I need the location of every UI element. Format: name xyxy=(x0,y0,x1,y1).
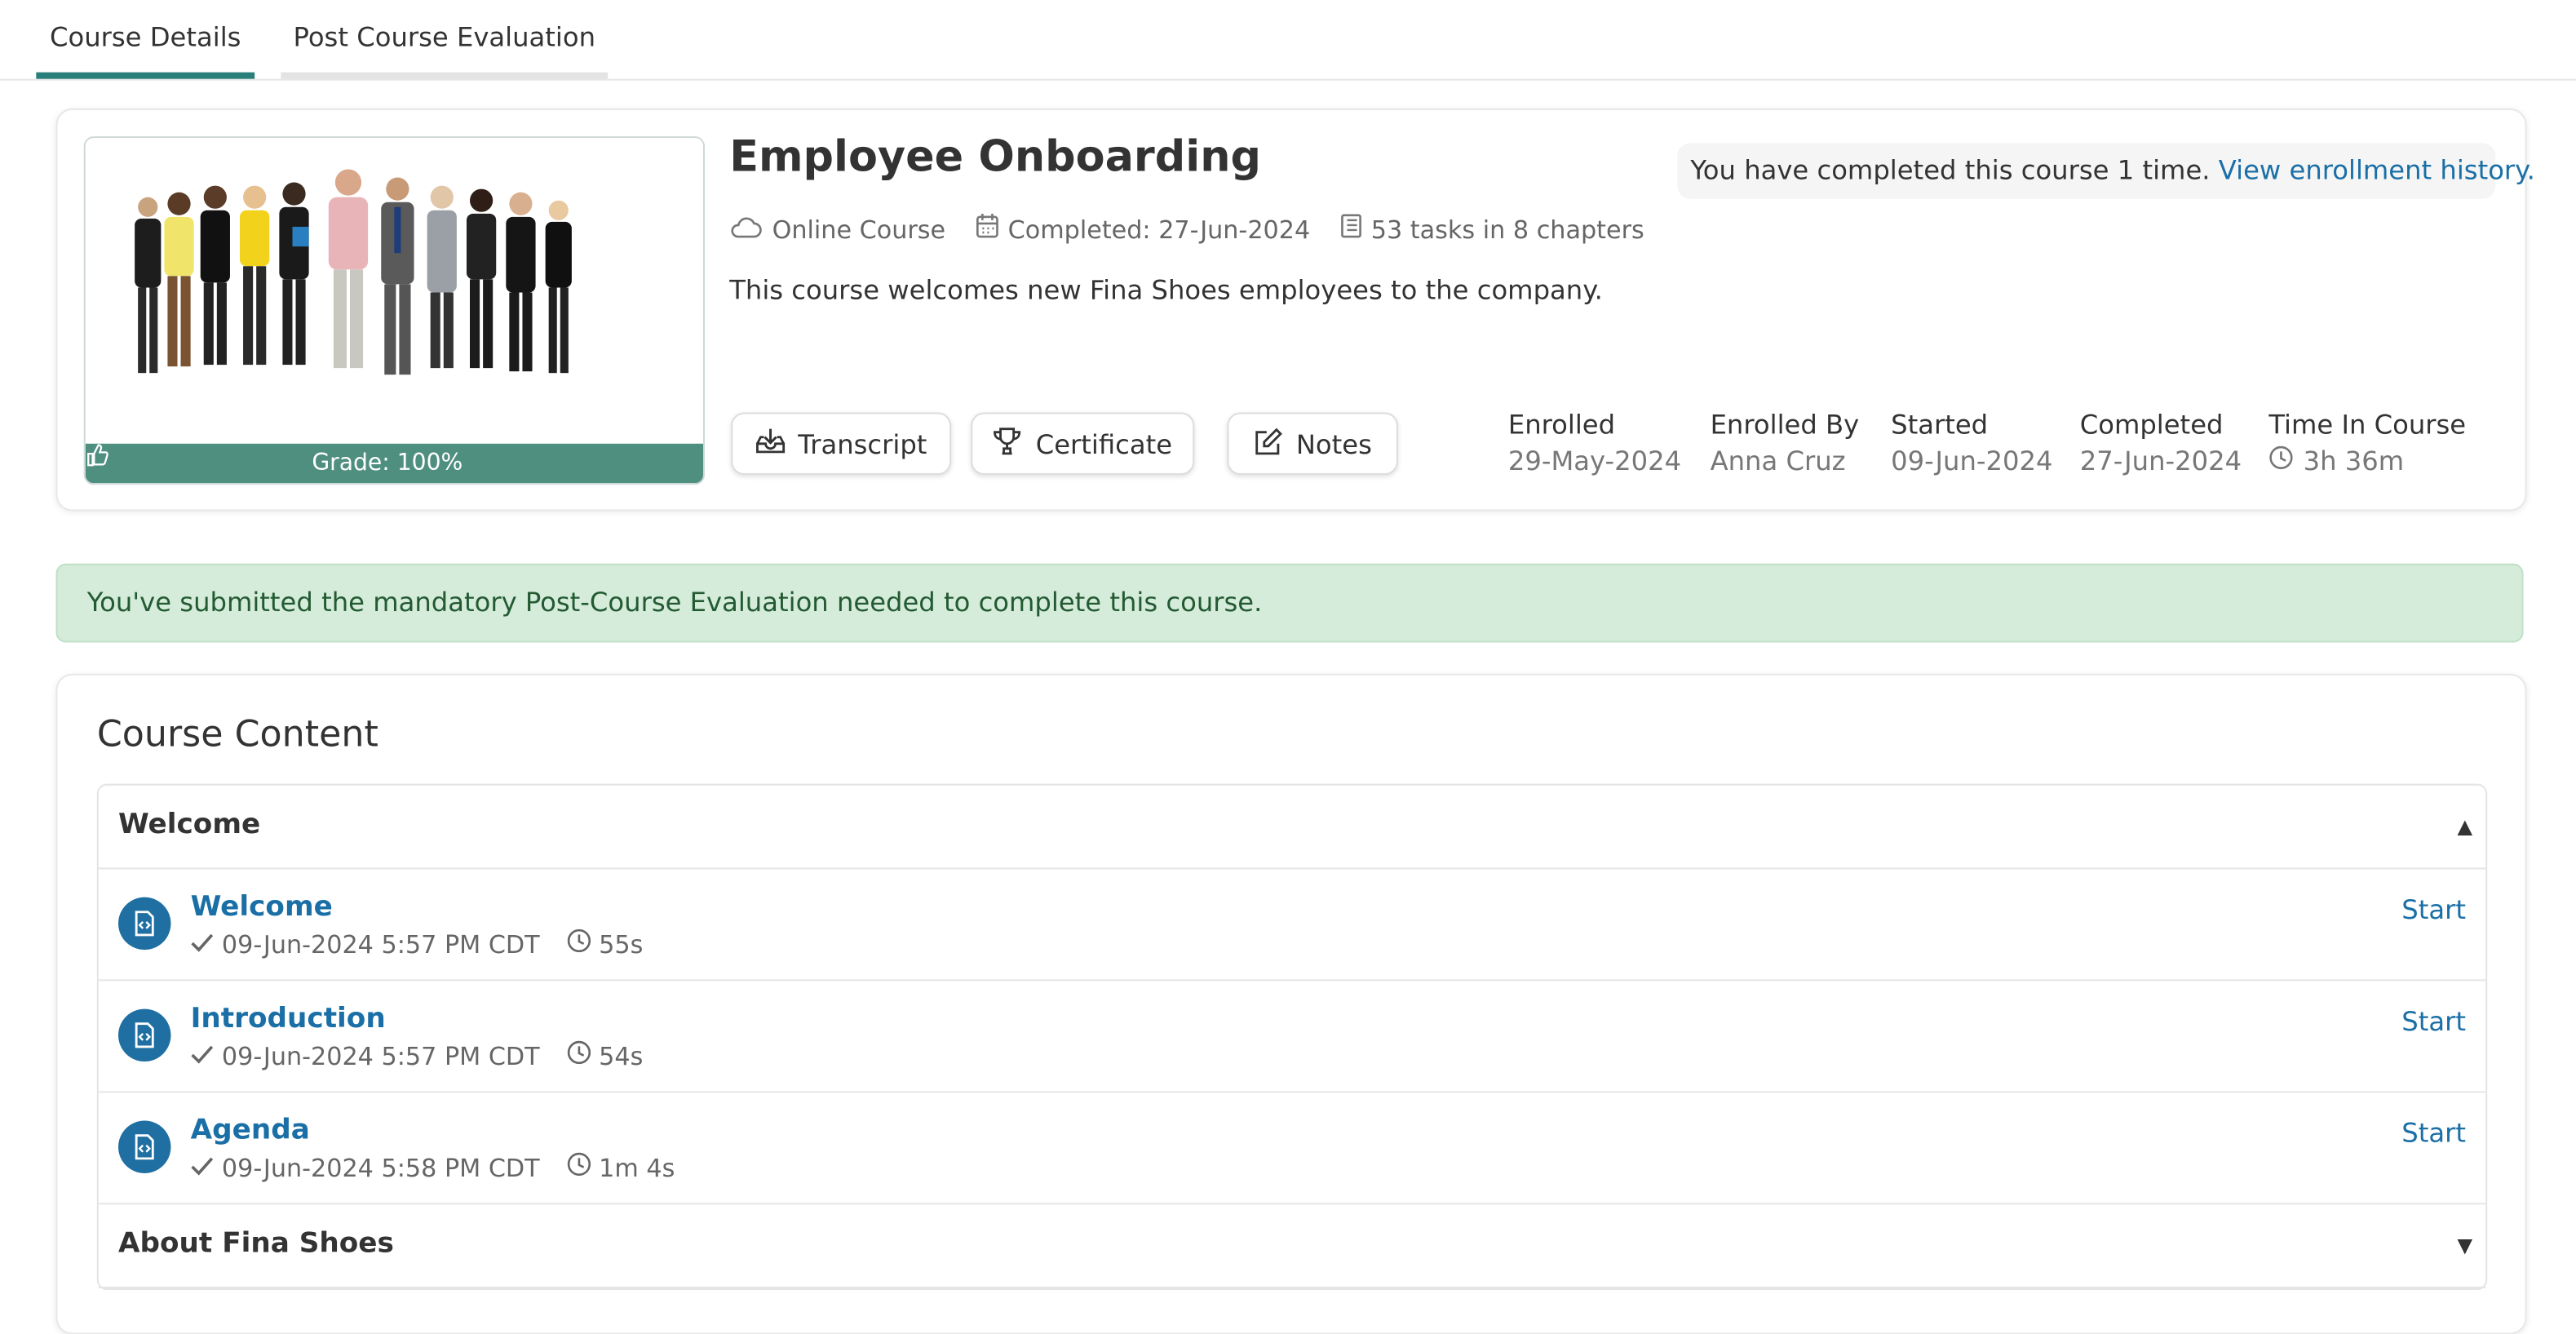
stat-time-in-course: Time In Course 3h 36m xyxy=(2268,409,2466,476)
tab-post-course-evaluation[interactable]: Post Course Evaluation xyxy=(281,0,609,79)
stat-enrolled-by-label: Enrolled By xyxy=(1710,409,1860,441)
task-title[interactable]: Welcome xyxy=(191,891,333,924)
check-icon xyxy=(191,1153,214,1182)
chapter-list: Welcome ▲ Welcome 09-Jun-2024 5:57 PM CD… xyxy=(96,783,2488,1290)
course-description: This course welcomes new Fina Shoes empl… xyxy=(729,274,1603,306)
notes-label: Notes xyxy=(1295,428,1372,459)
stat-time-label: Time In Course xyxy=(2268,409,2467,441)
task-info: 09-Jun-2024 5:58 PM CDT 1m 4s xyxy=(191,1152,675,1183)
tab-bar: Course Details Post Course Evaluation xyxy=(0,0,2576,81)
caret-down-icon: ▼ xyxy=(2457,1234,2473,1257)
course-content-card: Course Content Welcome ▲ Welcome 09-Jun-… xyxy=(55,673,2527,1334)
task-start-link[interactable]: Start xyxy=(2401,1118,2466,1149)
task-info: 09-Jun-2024 5:57 PM CDT 55s xyxy=(191,928,644,960)
download-tray-icon xyxy=(755,428,785,460)
course-type: Online Course xyxy=(772,214,946,245)
grade-bar: Grade: 100% xyxy=(85,443,703,484)
trophy-icon xyxy=(993,427,1022,461)
document-icon xyxy=(118,1120,171,1173)
clock-icon xyxy=(566,1040,591,1071)
task-row: Agenda 09-Jun-2024 5:58 PM CDT 1m 4s Sta… xyxy=(98,1092,2486,1205)
task-duration: 1m 4s xyxy=(599,1152,675,1183)
calendar-icon xyxy=(975,213,998,245)
stat-completed: Completed 27-Jun-2024 xyxy=(2080,409,2242,476)
transcript-button[interactable]: Transcript xyxy=(731,412,952,476)
chapter-name: About Fina Shoes xyxy=(118,1227,394,1261)
task-duration: 55s xyxy=(599,928,644,960)
check-icon xyxy=(191,929,214,959)
clock-icon xyxy=(566,1152,591,1183)
stat-enrolled-by: Enrolled By Anna Cruz xyxy=(1711,409,1860,476)
task-row: Introduction 09-Jun-2024 5:57 PM CDT 54s… xyxy=(98,981,2486,1093)
stat-enrolled-by-value: Anna Cruz xyxy=(1710,445,1846,477)
course-meta: Online Course Completed: 27-Jun-2024 53 … xyxy=(729,213,1644,245)
chapter-name: Welcome xyxy=(118,808,261,842)
stat-enrolled-label: Enrolled xyxy=(1507,409,1616,441)
task-title[interactable]: Introduction xyxy=(191,1003,386,1035)
task-title[interactable]: Agenda xyxy=(191,1114,310,1146)
stat-completed-value: 27-Jun-2024 xyxy=(2079,445,2242,477)
page: Course Details Post Course Evaluation Gr… xyxy=(0,0,2576,1334)
task-date: 09-Jun-2024 5:57 PM CDT xyxy=(221,928,540,960)
group-of-people-image xyxy=(85,138,703,444)
task-date: 09-Jun-2024 5:57 PM CDT xyxy=(221,1040,540,1071)
chapter-header-welcome[interactable]: Welcome ▲ xyxy=(98,786,2486,870)
task-duration: 54s xyxy=(599,1040,644,1071)
tasks-summary: 53 tasks in 8 chapters xyxy=(1370,214,1644,245)
stat-enrolled: Enrolled 29-May-2024 xyxy=(1508,409,1681,476)
certificate-label: Certificate xyxy=(1035,428,1173,459)
caret-up-icon: ▲ xyxy=(2457,814,2473,839)
clock-icon xyxy=(566,928,591,960)
stat-started-label: Started xyxy=(1891,409,1989,441)
stat-started: Started 09-Jun-2024 xyxy=(1891,409,2052,476)
document-icon xyxy=(118,1008,171,1062)
task-start-link[interactable]: Start xyxy=(2401,894,2466,925)
evaluation-submitted-alert: You've submitted the mandatory Post-Cour… xyxy=(55,563,2524,643)
course-content-title: Course Content xyxy=(96,715,378,756)
stat-completed-label: Completed xyxy=(2079,409,2224,441)
document-icon xyxy=(118,897,171,951)
notes-button[interactable]: Notes xyxy=(1227,412,1398,476)
cloud-icon xyxy=(729,215,762,244)
certificate-button[interactable]: Certificate xyxy=(971,412,1195,476)
stat-enrolled-value: 29-May-2024 xyxy=(1507,445,1682,477)
task-start-link[interactable]: Start xyxy=(2401,1006,2466,1037)
chapter-header-about-fina-shoes[interactable]: About Fina Shoes ▼ xyxy=(98,1204,2486,1288)
tab-course-details[interactable]: Course Details xyxy=(36,0,255,79)
check-icon xyxy=(191,1041,214,1070)
clock-icon xyxy=(2268,445,2293,476)
stat-started-value: 09-Jun-2024 xyxy=(1891,445,2053,477)
course-title: Employee Onboarding xyxy=(729,133,1261,183)
task-info: 09-Jun-2024 5:57 PM CDT 54s xyxy=(191,1040,644,1071)
task-row: Welcome 09-Jun-2024 5:57 PM CDT 55s Star… xyxy=(98,869,2486,982)
stat-time-value: 3h 36m xyxy=(2303,445,2405,477)
course-summary-card: Grade: 100% Employee Onboarding Online C… xyxy=(55,108,2535,512)
transcript-label: Transcript xyxy=(798,428,927,459)
book-icon xyxy=(1339,214,1361,245)
edit-icon xyxy=(1253,427,1282,461)
task-date: 09-Jun-2024 5:58 PM CDT xyxy=(221,1152,540,1183)
completion-text: You have completed this course 1 time. xyxy=(1690,154,2211,186)
enrollment-history-link[interactable]: View enrollment history. xyxy=(2219,154,2535,185)
completed-date: Completed: 27-Jun-2024 xyxy=(1007,214,1311,245)
completion-note: You have completed this course 1 time. V… xyxy=(1677,143,2535,199)
grade-text: Grade: 100% xyxy=(312,450,463,477)
course-thumbnail: Grade: 100% xyxy=(83,136,706,485)
